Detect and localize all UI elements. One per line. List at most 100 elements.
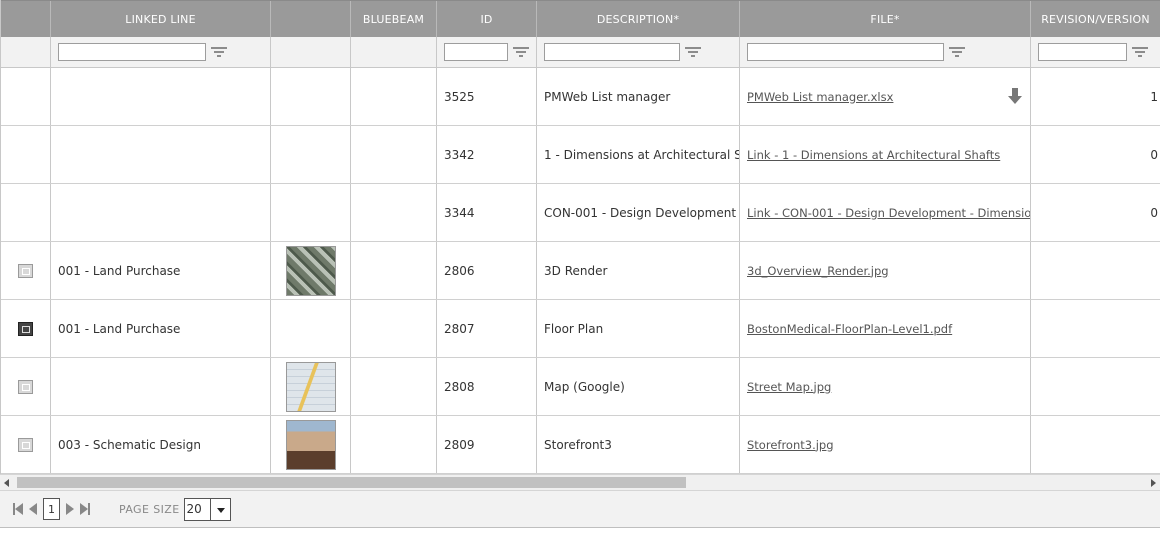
thumbnail-cell xyxy=(271,184,351,241)
grid-header: LINKED LINE BLUEBEAM ID DESCRIPTION* FIL… xyxy=(1,0,1160,37)
table-row[interactable]: 003 - Schematic Design 2809 Storefront3 … xyxy=(1,416,1160,474)
revision-cell xyxy=(1031,358,1160,415)
edit-row-icon[interactable] xyxy=(18,321,33,336)
next-page-icon[interactable] xyxy=(64,501,76,517)
column-header-select xyxy=(1,1,51,37)
linked-line-cell xyxy=(51,184,271,241)
bluebeam-cell xyxy=(351,68,437,125)
id-cell: 2808 xyxy=(437,358,537,415)
scroll-right-arrow-icon[interactable] xyxy=(1151,479,1156,487)
file-link[interactable]: Link - CON-001 - Design Development - Di… xyxy=(747,206,1030,220)
table-row[interactable]: 3525 PMWeb List manager PMWeb List manag… xyxy=(1,68,1160,126)
edit-row-icon[interactable] xyxy=(18,437,33,452)
thumbnail-cell xyxy=(271,126,351,183)
revision-cell xyxy=(1031,416,1160,473)
description-filter-icon[interactable] xyxy=(685,46,701,58)
column-header-revision[interactable]: REVISION/VERSION xyxy=(1031,1,1160,37)
bluebeam-cell xyxy=(351,242,437,299)
page-size-label: PAGE SIZE xyxy=(119,502,180,516)
column-header-thumbnail xyxy=(271,1,351,37)
horizontal-scrollbar[interactable] xyxy=(0,474,1160,491)
revision-filter-icon[interactable] xyxy=(1132,46,1148,58)
filter-row xyxy=(1,37,1160,68)
filter-cell-select xyxy=(1,37,51,67)
page-size-value: 20 xyxy=(186,502,202,516)
bluebeam-cell xyxy=(351,300,437,357)
table-row[interactable]: 2808 Map (Google) Street Map.jpg xyxy=(1,358,1160,416)
dropdown-arrow-icon[interactable] xyxy=(209,498,230,520)
table-row[interactable]: 001 - Land Purchase 2806 3D Render 3d_Ov… xyxy=(1,242,1160,300)
revision-value: 0 xyxy=(1150,147,1158,162)
file-link[interactable]: PMWeb List manager.xlsx xyxy=(747,90,893,104)
file-link[interactable]: 3d_Overview_Render.jpg xyxy=(747,264,889,278)
page-size-select[interactable]: 20 xyxy=(183,497,231,521)
file-cell: BostonMedical-FloorPlan-Level1.pdf xyxy=(740,300,1031,357)
id-cell: 3344 xyxy=(437,184,537,241)
table-row[interactable]: 3342 1 - Dimensions at Architectural Sha… xyxy=(1,126,1160,184)
file-filter-icon[interactable] xyxy=(949,46,965,58)
revision-value: 1 xyxy=(1150,89,1158,104)
file-link[interactable]: BostonMedical-FloorPlan-Level1.pdf xyxy=(747,322,952,336)
current-page-button[interactable]: 1 xyxy=(43,498,60,520)
documents-grid: LINKED LINE BLUEBEAM ID DESCRIPTION* FIL… xyxy=(0,0,1160,474)
row-select-cell xyxy=(1,300,51,357)
id-filter-icon[interactable] xyxy=(513,46,529,58)
file-filter-input[interactable] xyxy=(747,43,944,61)
filter-cell-revision xyxy=(1031,37,1160,67)
revision-cell xyxy=(1031,242,1160,299)
table-row[interactable]: 3344 CON-001 - Design Development - Dime… xyxy=(1,184,1160,242)
table-row[interactable]: 001 - Land Purchase 2807 Floor Plan Bost… xyxy=(1,300,1160,358)
filter-cell-bluebeam xyxy=(351,37,437,67)
filter-cell-file xyxy=(740,37,1031,67)
description-cell: Floor Plan xyxy=(537,300,740,357)
row-select-cell xyxy=(1,184,51,241)
bluebeam-cell xyxy=(351,126,437,183)
file-cell: Street Map.jpg xyxy=(740,358,1031,415)
scroll-left-arrow-icon[interactable] xyxy=(4,479,9,487)
file-link[interactable]: Storefront3.jpg xyxy=(747,438,834,452)
description-cell: Map (Google) xyxy=(537,358,740,415)
last-page-icon[interactable] xyxy=(79,501,91,517)
linked-line-filter-icon[interactable] xyxy=(211,46,227,58)
revision-value: 0 xyxy=(1150,205,1158,220)
thumbnail-cell xyxy=(271,416,351,473)
description-cell: 1 - Dimensions at Architectural Shafts xyxy=(537,126,740,183)
description-cell: Storefront3 xyxy=(537,416,740,473)
description-cell: PMWeb List manager xyxy=(537,68,740,125)
column-header-linked-line[interactable]: LINKED LINE xyxy=(51,1,271,37)
download-icon[interactable] xyxy=(1008,88,1022,104)
row-select-cell xyxy=(1,416,51,473)
column-header-description[interactable]: DESCRIPTION* xyxy=(537,1,740,37)
map-thumbnail[interactable] xyxy=(286,361,336,412)
row-select-cell xyxy=(1,242,51,299)
revision-cell: 0 xyxy=(1031,126,1160,183)
edit-row-icon[interactable] xyxy=(18,379,33,394)
id-cell: 2807 xyxy=(437,300,537,357)
linked-line-filter-input[interactable] xyxy=(58,43,206,61)
linked-line-cell xyxy=(51,68,271,125)
edit-row-icon[interactable] xyxy=(18,263,33,278)
column-header-id[interactable]: ID xyxy=(437,1,537,37)
file-link[interactable]: Link - 1 - Dimensions at Architectural S… xyxy=(747,148,1000,162)
row-select-cell xyxy=(1,126,51,183)
description-filter-input[interactable] xyxy=(544,43,680,61)
file-cell: Storefront3.jpg xyxy=(740,416,1031,473)
id-filter-input[interactable] xyxy=(444,43,508,61)
column-header-bluebeam[interactable]: BLUEBEAM xyxy=(351,1,437,37)
filter-cell-linked-line xyxy=(51,37,271,67)
previous-page-icon[interactable] xyxy=(27,501,39,517)
first-page-icon[interactable] xyxy=(12,501,24,517)
bluebeam-cell xyxy=(351,416,437,473)
id-cell: 2809 xyxy=(437,416,537,473)
revision-cell: 0 xyxy=(1031,184,1160,241)
revision-filter-input[interactable] xyxy=(1038,43,1127,61)
row-select-cell xyxy=(1,358,51,415)
file-link[interactable]: Street Map.jpg xyxy=(747,380,831,394)
column-header-file[interactable]: FILE* xyxy=(740,1,1031,37)
linked-line-cell: 003 - Schematic Design xyxy=(51,416,271,473)
scrollbar-thumb[interactable] xyxy=(17,477,686,488)
linked-line-cell: 001 - Land Purchase xyxy=(51,300,271,357)
file-cell: 3d_Overview_Render.jpg xyxy=(740,242,1031,299)
render-thumbnail[interactable] xyxy=(286,245,336,296)
storefront-thumbnail[interactable] xyxy=(286,419,336,470)
